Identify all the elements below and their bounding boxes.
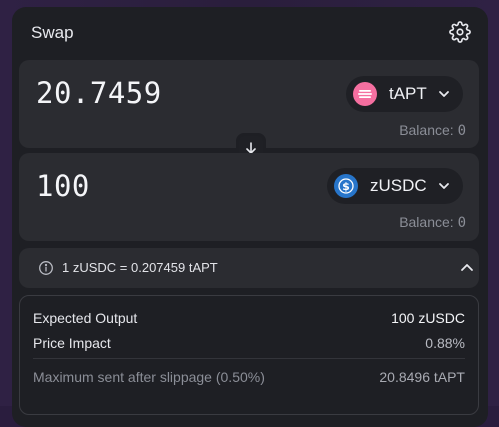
expected-output-label: Expected Output [33,310,138,326]
from-balance-value: 0 [457,123,466,139]
to-balance-label: Balance: [399,214,454,230]
swap-card: Swap 20.7459 tAPT Balance: 0 100 $ zUSDC… [12,7,488,427]
usdc-token-icon: $ [334,174,358,198]
info-icon [39,261,53,275]
swap-details: Expected Output 100 zUSDC Price Impact 0… [19,295,479,415]
to-panel: 100 $ zUSDC Balance: 0 [19,153,479,241]
svg-text:$: $ [342,180,350,193]
usdc-logo-icon: $ [338,178,354,194]
chevron-down-icon [438,183,449,189]
to-balance-value: 0 [457,215,466,231]
max-sent-label: Maximum sent after slippage (0.50%) [33,369,265,385]
from-token-selector[interactable]: tAPT [346,76,463,112]
tapt-token-icon [353,82,377,106]
expected-output-value: 100 zUSDC [391,310,465,326]
rate-toggle[interactable]: 1 zUSDC = 0.207459 tAPT [19,248,479,288]
to-amount-input[interactable]: 100 [36,169,90,203]
max-sent-row: Maximum sent after slippage (0.50%) 20.8… [33,369,465,387]
price-impact-value: 0.88% [425,335,465,351]
swap-title: Swap [31,23,74,42]
price-impact-label: Price Impact [33,335,111,351]
details-divider [33,358,465,359]
max-sent-value: 20.8496 tAPT [379,369,465,385]
gear-icon[interactable] [449,21,471,43]
from-token-name: tAPT [389,84,427,103]
exchange-rate-text: 1 zUSDC = 0.207459 tAPT [62,260,218,275]
to-token-name: zUSDC [370,176,427,195]
from-amount-input[interactable]: 20.7459 [36,76,162,110]
tapt-logo-icon [358,90,372,98]
from-balance-label: Balance: [399,122,454,138]
chevron-down-icon [438,91,449,97]
to-balance: Balance: 0 [399,214,466,231]
expected-output-row: Expected Output 100 zUSDC [33,310,465,328]
to-token-selector[interactable]: $ zUSDC [327,168,463,204]
from-balance: Balance: 0 [399,122,466,139]
chevron-up-icon[interactable] [459,260,475,276]
price-impact-row: Price Impact 0.88% [33,335,465,353]
